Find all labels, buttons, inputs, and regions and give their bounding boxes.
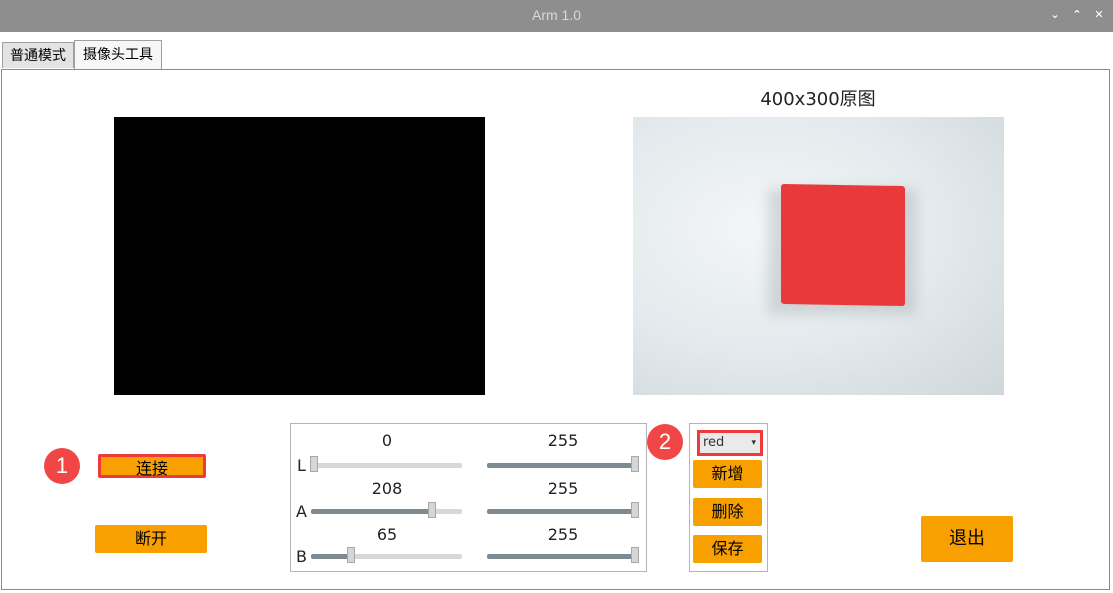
slider-label-a: A	[296, 502, 307, 521]
b-min-slider-fill[interactable]	[311, 554, 351, 559]
l-min-value: 0	[381, 431, 393, 450]
lab-threshold-panel	[290, 423, 647, 572]
a-max-slider-handle[interactable]	[631, 502, 639, 518]
close-icon[interactable]: ✕	[1090, 6, 1108, 24]
marker-two-badge: 2	[647, 424, 683, 460]
b-min-slider-track[interactable]	[351, 554, 462, 559]
b-min-value: 65	[376, 525, 398, 544]
tab-normal-mode[interactable]: 普通模式	[2, 42, 74, 68]
tab-bar	[0, 32, 1113, 69]
minimize-icon[interactable]: ⌄	[1046, 6, 1064, 24]
save-color-button[interactable]: 保存	[693, 535, 762, 563]
a-min-slider-track[interactable]	[433, 509, 462, 514]
exit-button[interactable]: 退出	[921, 516, 1013, 562]
tab-camera-tool[interactable]: 摄像头工具	[74, 40, 162, 70]
a-max-value: 255	[547, 479, 579, 498]
color-select-value: red	[703, 435, 725, 450]
red-block-object	[781, 183, 905, 307]
l-max-slider-track[interactable]	[487, 463, 637, 468]
l-max-value: 255	[547, 431, 579, 450]
a-min-slider-fill[interactable]	[311, 509, 433, 514]
l-max-slider-handle[interactable]	[631, 456, 639, 472]
l-min-slider-handle[interactable]	[310, 456, 318, 472]
original-image-caption: 400x300原图	[760, 89, 876, 110]
b-max-value: 255	[547, 525, 579, 544]
maximize-icon[interactable]: ⌃	[1068, 6, 1086, 24]
title-bar: Arm 1.0 ⌄ ⌃ ✕	[0, 0, 1113, 32]
a-max-slider-track[interactable]	[487, 509, 637, 514]
l-min-slider-track[interactable]	[311, 463, 462, 468]
delete-color-button[interactable]: 删除	[693, 498, 762, 526]
color-select-dropdown[interactable]: red ▾	[697, 430, 763, 456]
marker-one-badge: 1	[44, 448, 80, 484]
processed-image-canvas	[114, 117, 485, 395]
slider-label-b: B	[296, 547, 307, 566]
b-max-slider-handle[interactable]	[631, 547, 639, 563]
connect-button[interactable]: 连接	[98, 454, 206, 478]
window-title: Arm 1.0	[531, 7, 581, 23]
a-min-slider-handle[interactable]	[428, 502, 436, 518]
original-image	[633, 117, 1004, 395]
chevron-down-icon: ▾	[751, 438, 756, 448]
disconnect-button[interactable]: 断开	[95, 525, 207, 553]
b-min-slider-handle[interactable]	[347, 547, 355, 563]
add-color-button[interactable]: 新增	[693, 460, 762, 488]
a-min-value: 208	[371, 479, 403, 498]
slider-label-l: L	[297, 456, 306, 475]
b-max-slider-track[interactable]	[487, 554, 637, 559]
